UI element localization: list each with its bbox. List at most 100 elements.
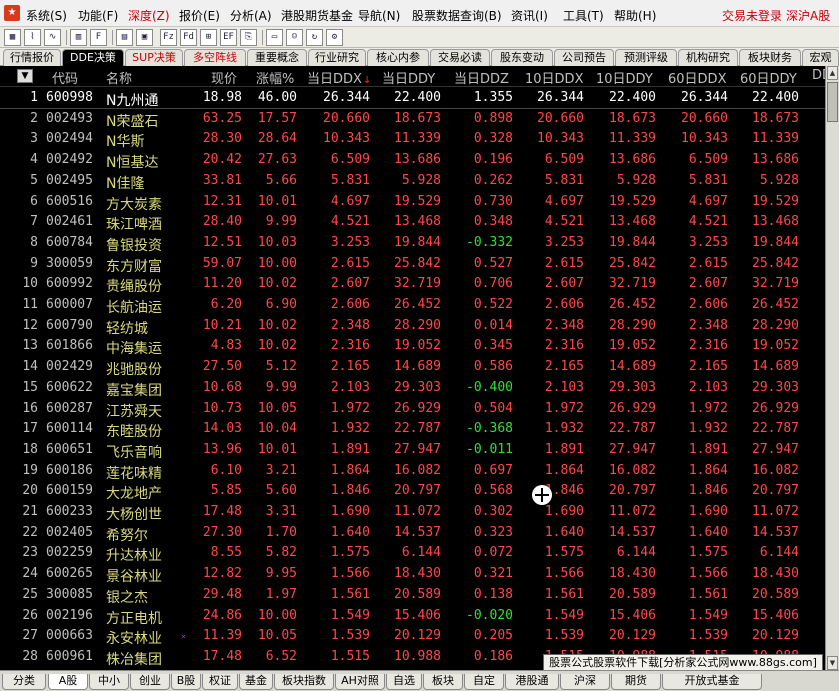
settings-icon[interactable]: ⚙ xyxy=(326,29,343,46)
header-ddy10[interactable]: 10日DDY xyxy=(596,68,653,87)
reload-icon[interactable]: ↻ xyxy=(306,29,323,46)
scrollbar-thumb[interactable] xyxy=(827,82,838,122)
header-ddx10[interactable]: 10日DDX xyxy=(525,68,583,87)
scroll-down-icon[interactable]: ▼ xyxy=(827,656,838,670)
btab-watchlist[interactable]: 自选 xyxy=(386,674,422,690)
menu-navigation[interactable]: 导航(N) xyxy=(358,7,400,24)
table-row[interactable]: 6 600516 方大炭素 12.31 10.01 4.697 19.529 0.730 4.6… xyxy=(0,192,839,213)
menu-quote[interactable]: 报价(E) xyxy=(179,7,220,24)
table-row[interactable]: 24 600265 景谷林业 12.82 9.95 1.566 18.430 0.321 1.5… xyxy=(0,564,839,585)
table-row[interactable]: 23 002259 升达林业 8.55 5.82 1.575 6.144 0.072 1.575… xyxy=(0,543,839,564)
ef-icon[interactable]: EF xyxy=(220,29,237,46)
trade-login-status[interactable]: 交易未登录 xyxy=(722,7,782,24)
header-ddy60[interactable]: 60日DDY xyxy=(740,68,797,87)
table-row[interactable]: 3 002494 N华斯 28.30 28.64 10.343 11.339 0.328 10.… xyxy=(0,129,839,150)
menu-news[interactable]: 资讯(I) xyxy=(511,7,548,24)
header-code[interactable]: 代码 xyxy=(52,68,78,87)
ad-banner[interactable]: 股票公式股票软件下载[分析家公式网www.88gs.com] xyxy=(543,654,823,671)
tab-core-reference[interactable]: 核心内参 xyxy=(367,49,429,66)
tab-sup-decision[interactable]: SUP决策 xyxy=(125,49,183,66)
header-ddx[interactable]: 当日DDX↓ xyxy=(307,68,371,87)
app-logo-icon[interactable]: ★ xyxy=(4,5,20,21)
grid-view-icon[interactable]: ▦ xyxy=(4,29,21,46)
menu-analysis[interactable]: 分析(A) xyxy=(230,7,272,24)
line-chart-icon[interactable]: ∿ xyxy=(44,29,61,46)
chart-icon[interactable]: ▤ xyxy=(116,29,133,46)
header-change-pct[interactable]: 涨幅% xyxy=(256,68,294,87)
tab-trading-must-read[interactable]: 交易必读 xyxy=(430,49,490,66)
table-row[interactable]: 1 600998 N九州通 18.98 46.00 26.344 22.400 1.355 26… xyxy=(0,88,839,109)
table-row[interactable]: 25 300085 银之杰 29.48 1.97 1.561 20.589 0.138 1.56… xyxy=(0,585,839,606)
table-row[interactable]: 12 600790 轻纺城 10.21 10.02 2.348 28.290 0.014 2.3… xyxy=(0,316,839,337)
menu-depth[interactable]: 深度(Z) xyxy=(128,7,170,24)
menu-function[interactable]: 功能(F) xyxy=(78,7,118,24)
btab-b-share[interactable]: B股 xyxy=(171,674,201,690)
table-row[interactable]: 16 600287 江苏舜天 10.73 10.05 1.972 26.929 0.504 1.… xyxy=(0,399,839,420)
table-row[interactable]: 19 600186 莲花味精 6.10 3.21 1.864 16.082 0.697 1.86… xyxy=(0,461,839,482)
btab-ah-compare[interactable]: AH对照 xyxy=(335,674,385,690)
user-icon[interactable]: ☺ xyxy=(286,29,303,46)
table-row[interactable]: 15 600622 嘉宝集团 10.68 9.99 2.103 29.303 -0.400 2.… xyxy=(0,378,839,399)
menu-system[interactable]: 系统(S) xyxy=(26,7,67,24)
tab-dde-decision[interactable]: DDE决策 xyxy=(62,49,124,66)
btab-sector-index[interactable]: 板块指数 xyxy=(274,674,334,690)
table-row[interactable]: 7 002461 珠江啤酒 28.40 9.99 4.521 13.468 0.348 4.52… xyxy=(0,212,839,233)
table-row[interactable]: 5 002495 N佳隆 33.81 5.66 5.831 5.928 0.262 5.831 5… xyxy=(0,171,839,192)
btab-a-share[interactable]: A股 xyxy=(48,674,88,690)
table-row[interactable]: 8 600784 鲁银投资 12.51 10.03 3.253 19.844 -0.332 3.… xyxy=(0,233,839,254)
menu-stock-data-query[interactable]: 股票数据查询(B) xyxy=(412,7,502,24)
tab-sector-finance[interactable]: 板块财务 xyxy=(739,49,801,66)
btab-sme[interactable]: 中小 xyxy=(89,674,129,690)
tab-company-forecast[interactable]: 公司预告 xyxy=(554,49,614,66)
btab-sector[interactable]: 板块 xyxy=(423,674,463,690)
fd-icon[interactable]: Fd xyxy=(180,29,197,46)
table-row[interactable]: 27 000663 永安林业 11.39 10.05 1.539 20.129 0.205 1.… xyxy=(0,626,839,647)
menu-hk-futures-funds[interactable]: 港股期货基金 xyxy=(281,7,353,24)
menu-tools[interactable]: 工具(T) xyxy=(563,7,604,24)
btab-custom[interactable]: 自定 xyxy=(464,674,504,690)
header-ddy[interactable]: 当日DDY xyxy=(382,68,435,87)
f10-icon[interactable]: F xyxy=(90,29,107,46)
table-row[interactable]: 17 600114 东睦股份 14.03 10.04 1.932 22.787 -0.368 1… xyxy=(0,419,839,440)
intraday-chart-icon[interactable]: ⌇ xyxy=(24,29,41,46)
btab-funds[interactable]: 基金 xyxy=(239,674,273,690)
menu-help[interactable]: 帮助(H) xyxy=(614,7,656,24)
multi-window-icon[interactable]: ▣ xyxy=(136,29,153,46)
btab-futures[interactable]: 期货 xyxy=(611,674,661,690)
btab-warrants[interactable]: 权证 xyxy=(202,674,238,690)
table-row[interactable]: 22 002405 希努尔 27.30 1.70 1.640 14.537 0.323 1.64… xyxy=(0,523,839,544)
window-split-icon[interactable]: ⊞ xyxy=(200,29,217,46)
scroll-up-icon[interactable]: ▲ xyxy=(827,66,838,80)
table-row[interactable]: 2 002493 N荣盛石 63.25 17.57 20.660 18.673 0.898 20… xyxy=(0,109,839,130)
tab-industry-research[interactable]: 行业研究 xyxy=(308,49,366,66)
folder-icon[interactable]: ▭ xyxy=(266,29,283,46)
btab-category[interactable]: 分类 xyxy=(2,674,46,690)
copy-icon[interactable]: ⎘ xyxy=(240,29,257,46)
header-price[interactable]: 现价 xyxy=(211,68,237,87)
fz-icon[interactable]: Fz xyxy=(160,29,177,46)
tab-macro[interactable]: 宏观 xyxy=(802,49,839,66)
kline-chart-icon[interactable]: ▥ xyxy=(70,29,87,46)
tab-institution-research[interactable]: 机构研究 xyxy=(678,49,738,66)
btab-chinext[interactable]: 创业 xyxy=(130,674,170,690)
table-row[interactable]: 14 002429 兆驰股份 27.50 5.12 2.165 14.689 0.586 2.1… xyxy=(0,357,839,378)
sort-dropdown-icon[interactable]: ▼ xyxy=(17,69,33,83)
btab-hk-connect[interactable]: 港股通 xyxy=(505,674,559,690)
table-row[interactable]: 18 600651 飞乐音响 13.96 10.01 1.891 27.947 -0.011 1… xyxy=(0,440,839,461)
tab-quote[interactable]: 行情报价 xyxy=(3,49,61,66)
table-row[interactable]: 10 600992 贵绳股份 11.20 10.02 2.607 32.719 0.706 2.… xyxy=(0,274,839,295)
tab-long-short[interactable]: 多空阵线 xyxy=(184,49,246,66)
table-row[interactable]: 11 600007 长航油运 6.20 6.90 2.606 26.452 0.522 2.60… xyxy=(0,295,839,316)
table-row[interactable]: 20 600159 大龙地产 5.85 5.60 1.846 20.797 0.568 1.84… xyxy=(0,481,839,502)
table-row[interactable]: 26 002196 方正电机 24.86 10.00 1.549 15.406 -0.020 1… xyxy=(0,606,839,627)
tab-forecast-rating[interactable]: 预测评级 xyxy=(615,49,677,66)
header-name[interactable]: 名称 xyxy=(106,68,132,87)
header-ddz[interactable]: 当日DDZ xyxy=(454,68,509,87)
btab-sh-sz[interactable]: 沪深 xyxy=(560,674,610,690)
vertical-scrollbar[interactable]: ▲ ▼ xyxy=(825,66,839,670)
table-row[interactable]: 21 600233 大杨创世 17.48 3.31 1.690 11.072 0.302 1.6… xyxy=(0,502,839,523)
table-row[interactable]: 9 300059 东方财富 59.07 10.00 2.615 25.842 0.527 2.6… xyxy=(0,254,839,275)
tab-shareholder-changes[interactable]: 股东变动 xyxy=(491,49,553,66)
btab-open-end-funds[interactable]: 开放式基金 xyxy=(662,674,762,690)
table-row[interactable]: 4 002492 N恒基达 20.42 27.63 6.509 13.686 0.196 6.5… xyxy=(0,150,839,171)
